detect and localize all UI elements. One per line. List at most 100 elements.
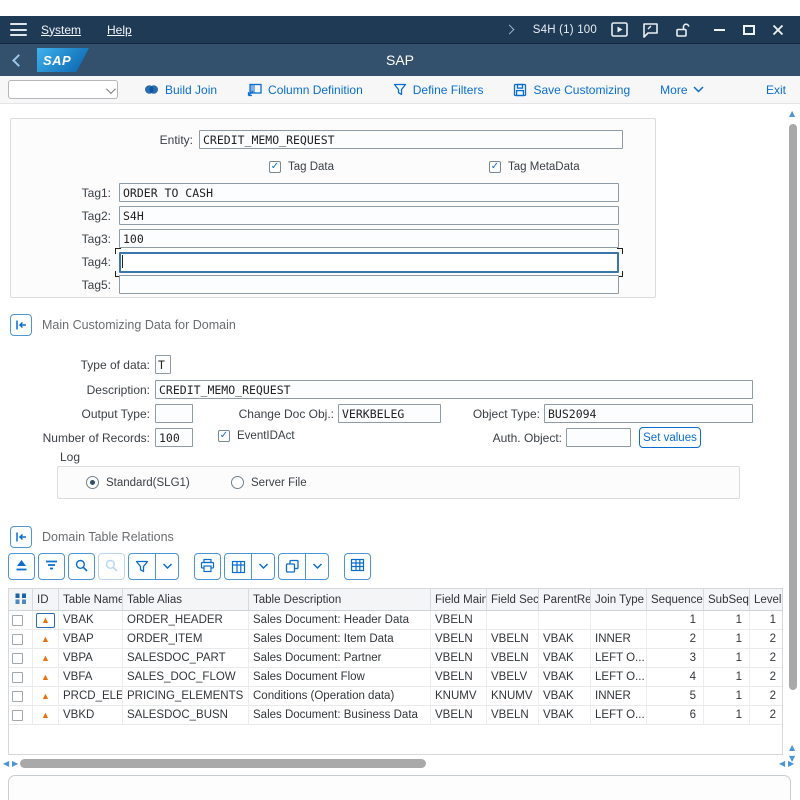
table-cell[interactable]: PRICING_ELEMENTS — [123, 687, 249, 705]
table-cell[interactable]: SALESDOC_BUSN — [123, 706, 249, 724]
sort-descending-button[interactable] — [38, 553, 65, 580]
tag-metadata-checkbox[interactable]: ✓ Tag MetaData — [489, 161, 580, 173]
scroll-left-icon[interactable]: ◀ — [3, 760, 9, 768]
set-values-button[interactable]: Set values — [639, 427, 701, 448]
row-select-cell[interactable] — [9, 668, 33, 686]
sort-ascending-button[interactable] — [8, 553, 35, 580]
row-select-cell[interactable] — [9, 706, 33, 724]
save-customizing-button[interactable]: Save Customizing — [513, 83, 630, 97]
copy-view-button[interactable] — [278, 553, 329, 580]
table-row[interactable]: ▲VBPASALESDOC_PARTSales Document: Partne… — [9, 649, 783, 668]
table-cell[interactable]: 2 — [750, 687, 783, 705]
tag-input[interactable] — [119, 206, 619, 225]
table-row[interactable]: ▲VBFASALES_DOC_FLOWSales Document FlowVB… — [9, 668, 783, 687]
print-button[interactable] — [194, 553, 221, 580]
table-cell[interactable]: 2 — [647, 630, 704, 648]
table-cell[interactable]: VBAK — [59, 611, 123, 629]
table-cell[interactable]: Sales Document: Header Data — [249, 611, 431, 629]
table-cell[interactable]: 2 — [750, 706, 783, 724]
find-button[interactable] — [68, 553, 95, 580]
table-cell[interactable]: VBAK — [539, 706, 591, 724]
table-cell[interactable]: VBELN — [487, 630, 539, 648]
copy-icon[interactable] — [279, 554, 305, 579]
row-id-cell[interactable]: ▲ — [33, 611, 59, 629]
table-cell[interactable]: 2 — [750, 668, 783, 686]
row-id-cell[interactable]: ▲ — [33, 649, 59, 667]
chevron-down-icon[interactable] — [251, 554, 274, 579]
close-button[interactable] — [769, 21, 786, 38]
table-cell[interactable]: VBAK — [539, 687, 591, 705]
build-join-button[interactable]: Build Join — [144, 83, 217, 97]
type-of-data-input[interactable] — [155, 355, 171, 374]
table-row[interactable]: ▲VBAKORDER_HEADERSales Document: Header … — [9, 611, 783, 630]
column-header[interactable]: Table Alias — [123, 589, 249, 610]
table-cell[interactable]: ORDER_HEADER — [123, 611, 249, 629]
tag-input-focused[interactable] — [119, 252, 619, 273]
table-cell[interactable]: VBKD — [59, 706, 123, 724]
column-definition-button[interactable]: Column Definition — [247, 83, 363, 97]
select-all-header[interactable] — [9, 589, 33, 610]
table-cell[interactable]: VBELN — [487, 706, 539, 724]
table-cell[interactable]: VBAK — [539, 630, 591, 648]
hamburger-menu-icon[interactable] — [10, 23, 27, 36]
table-cell[interactable]: VBELN — [431, 706, 487, 724]
services-icon[interactable] — [611, 21, 628, 38]
table-cell[interactable]: VBELN — [487, 649, 539, 667]
scroll-up-icon[interactable]: ▲ — [789, 110, 795, 118]
table-row[interactable]: ▲VBAPORDER_ITEMSales Document: Item Data… — [9, 630, 783, 649]
column-header[interactable]: Field Sec. — [487, 589, 539, 610]
table-cell[interactable]: VBAP — [59, 630, 123, 648]
table-cell[interactable]: 2 — [750, 649, 783, 667]
description-input[interactable] — [155, 380, 753, 399]
table-cell[interactable]: Sales Document: Item Data — [249, 630, 431, 648]
column-header[interactable]: Field Main — [431, 589, 487, 610]
tag-input[interactable] — [119, 229, 619, 248]
row-select-cell[interactable] — [9, 649, 33, 667]
log-server-file-radio[interactable]: Server File — [231, 476, 307, 489]
table-cell[interactable] — [591, 611, 647, 629]
table-cell[interactable]: 1 — [750, 611, 783, 629]
define-filters-button[interactable]: Define Filters — [393, 83, 484, 97]
table-cell[interactable]: ORDER_ITEM — [123, 630, 249, 648]
number-of-records-input[interactable] — [155, 428, 193, 447]
table-cell[interactable]: LEFT O... — [591, 649, 647, 667]
row-checkbox[interactable] — [12, 672, 23, 683]
table-cell[interactable]: 1 — [704, 630, 750, 648]
minimize-button[interactable] — [714, 29, 725, 31]
chevron-right-icon[interactable] — [504, 25, 514, 35]
table-cell[interactable]: VBELN — [431, 649, 487, 667]
maximize-button[interactable] — [743, 25, 755, 35]
table-cell[interactable]: VBAK — [539, 668, 591, 686]
scroll-up-icon[interactable]: ▲ — [789, 744, 795, 752]
table-cell[interactable]: 1 — [704, 706, 750, 724]
row-id-cell[interactable]: ▲ — [33, 668, 59, 686]
table-settings-button[interactable] — [344, 553, 371, 580]
row-checkbox[interactable] — [12, 710, 23, 721]
table-cell[interactable]: 1 — [704, 649, 750, 667]
table-cell[interactable]: VBELN — [431, 668, 487, 686]
chevron-down-icon[interactable] — [305, 554, 328, 579]
table-row[interactable]: ▲VBKDSALESDOC_BUSNSales Document: Busine… — [9, 706, 783, 725]
table-cell[interactable]: SALES_DOC_FLOW — [123, 668, 249, 686]
horizontal-scrollbar-thumb[interactable] — [20, 759, 426, 768]
row-checkbox[interactable] — [12, 691, 23, 702]
table-cell[interactable]: 3 — [647, 649, 704, 667]
table-cell[interactable]: 2 — [750, 630, 783, 648]
vertical-scrollbar-thumb[interactable] — [789, 124, 797, 690]
row-select-cell[interactable] — [9, 611, 33, 629]
column-header[interactable]: Sequence — [647, 589, 704, 610]
table-cell[interactable]: VBELN — [431, 630, 487, 648]
menu-system[interactable]: System — [41, 23, 81, 37]
column-header[interactable]: ID — [33, 589, 59, 610]
column-header[interactable]: Table Description — [249, 589, 431, 610]
collapse-tray-icon[interactable] — [10, 526, 32, 548]
collapse-tray-icon[interactable] — [10, 314, 32, 336]
column-header[interactable]: Table Name — [59, 589, 123, 610]
table-cell[interactable]: VBPA — [59, 649, 123, 667]
table-cell[interactable]: VBFA — [59, 668, 123, 686]
output-type-input[interactable] — [155, 404, 193, 423]
table-cell[interactable]: 1 — [704, 687, 750, 705]
table-cell[interactable]: VBELV — [487, 668, 539, 686]
row-id-cell[interactable]: ▲ — [33, 687, 59, 705]
exit-button[interactable]: Exit — [766, 83, 786, 97]
